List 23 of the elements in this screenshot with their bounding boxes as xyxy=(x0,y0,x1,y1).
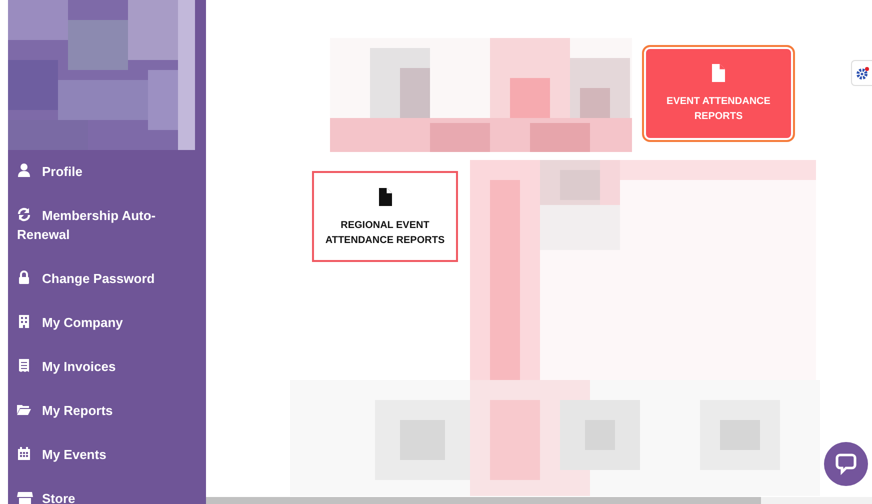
sidebar-item[interactable]: Store xyxy=(8,487,206,504)
settings-icon xyxy=(856,66,868,80)
horizontal-scrollbar[interactable] xyxy=(206,497,872,504)
calendar-icon xyxy=(17,446,33,461)
store-icon xyxy=(17,490,33,504)
sidebar-item[interactable]: Profile xyxy=(8,160,206,204)
sidebar-item[interactable]: Membership Auto-Renewal xyxy=(8,204,206,267)
chat-button[interactable] xyxy=(824,442,868,486)
user-icon xyxy=(17,163,33,178)
chat-icon xyxy=(835,453,857,475)
report-card[interactable]: REGIONAL EVENT ATTENDANCE REPORTS xyxy=(312,171,458,262)
document-icon xyxy=(378,188,392,206)
sidebar-item[interactable]: My Company xyxy=(8,311,206,355)
folder-icon xyxy=(17,402,33,417)
sidebar-item[interactable]: My Invoices xyxy=(8,355,206,399)
settings-tab[interactable] xyxy=(851,60,872,86)
refresh-icon xyxy=(17,207,33,222)
document-icon xyxy=(712,64,725,82)
sidebar-item[interactable]: Change Password xyxy=(8,267,206,311)
sidebar-item[interactable]: My Reports xyxy=(8,399,206,443)
report-card[interactable]: EVENT ATTENDANCE REPORTS xyxy=(642,45,795,142)
scrollbar-thumb[interactable] xyxy=(206,497,761,504)
sidebar-item[interactable]: My Events xyxy=(8,443,206,487)
